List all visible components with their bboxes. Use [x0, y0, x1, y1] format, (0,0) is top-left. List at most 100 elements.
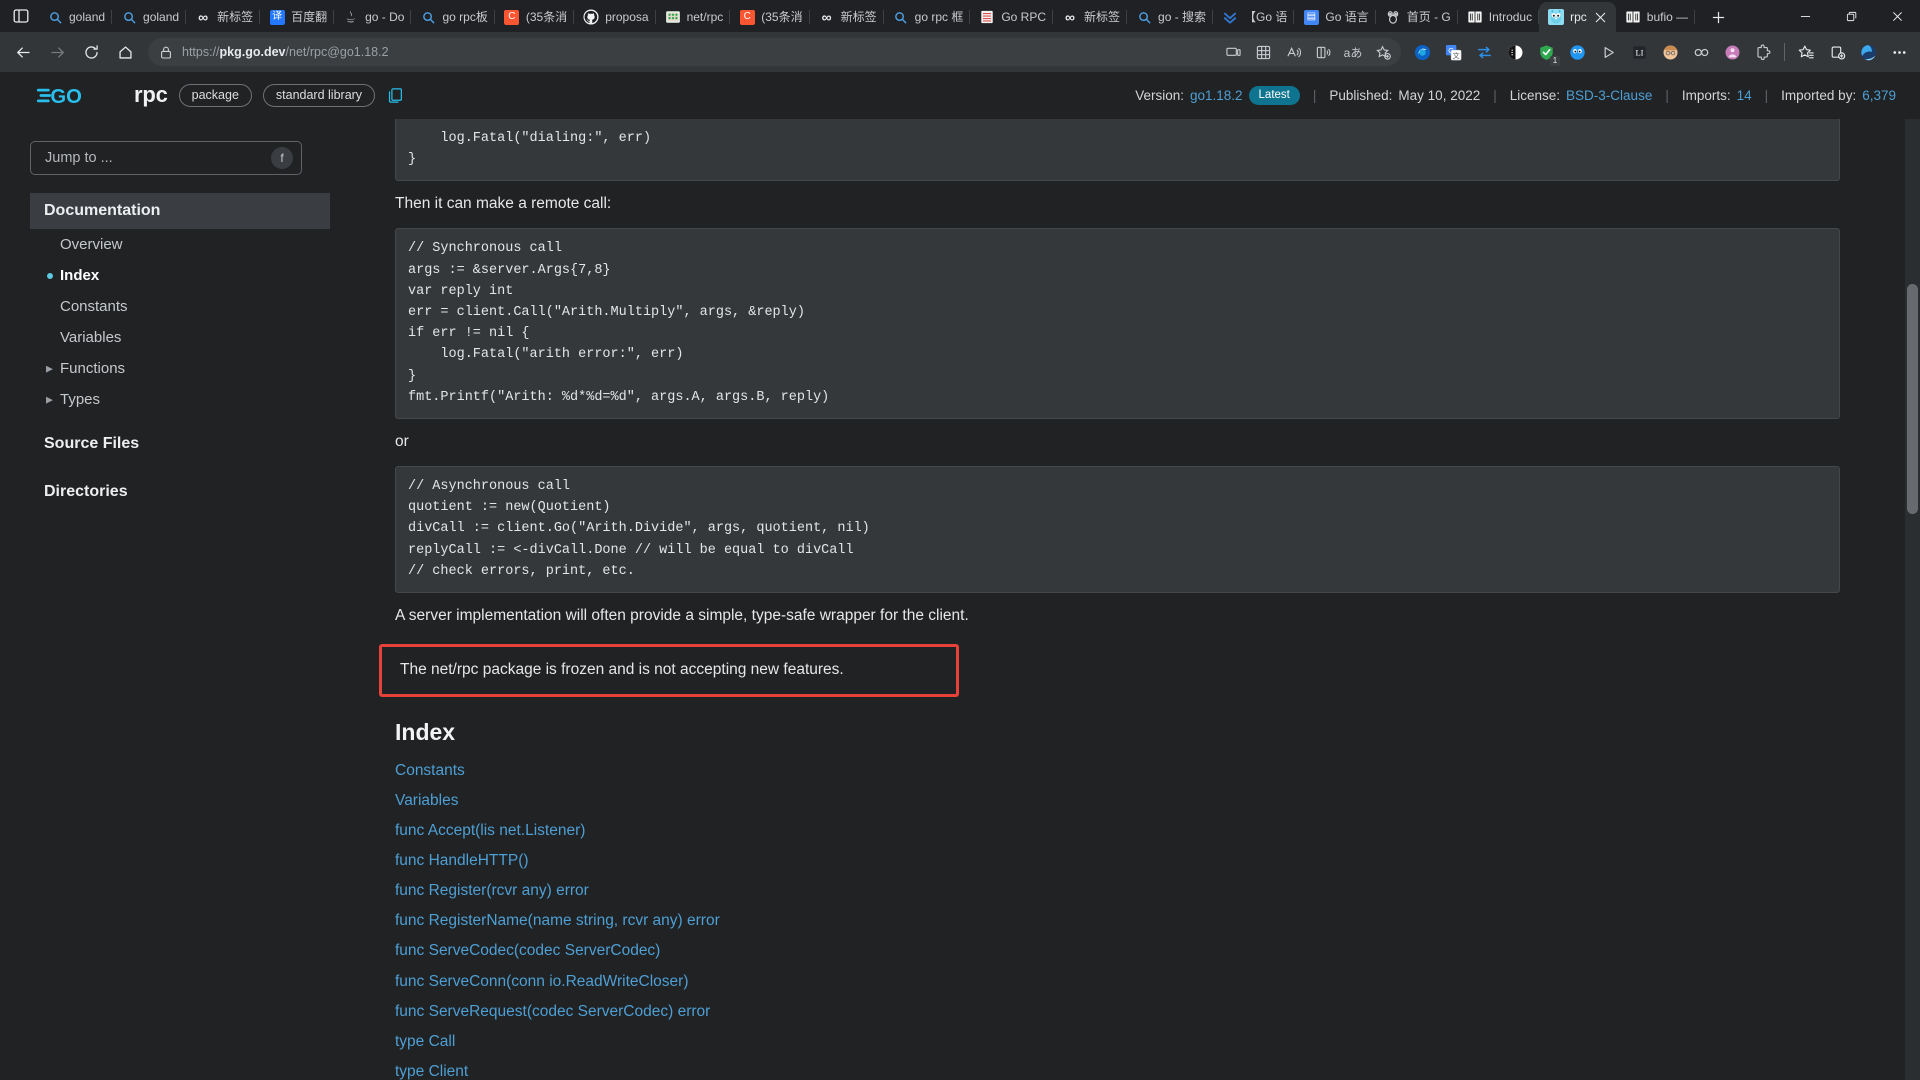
- profile-avatar-icon[interactable]: [1655, 37, 1685, 67]
- forward-button[interactable]: [40, 35, 74, 69]
- index-link[interactable]: func RegisterName(name string, rcvr any)…: [395, 907, 1920, 937]
- index-link[interactable]: type Client: [395, 1057, 1920, 1080]
- chevron-right-icon[interactable]: ▶: [46, 363, 53, 374]
- published-meta: Published: May 10, 2022: [1316, 88, 1493, 103]
- browser-tab[interactable]: ∞ 新标签: [810, 2, 884, 32]
- browser-tab[interactable]: goland: [112, 2, 187, 32]
- browser-tab[interactable]: go rpc 框: [884, 2, 971, 32]
- copy-path-icon[interactable]: [387, 87, 404, 104]
- dark-reader-extension-icon[interactable]: [1500, 37, 1530, 67]
- collections-icon[interactable]: [1822, 37, 1852, 67]
- browser-profile-icon[interactable]: [1853, 37, 1883, 67]
- browser-tab[interactable]: net/rpc: [656, 2, 731, 32]
- browser-tab[interactable]: 首页 - G: [1376, 2, 1458, 32]
- browser-tab[interactable]: ▤ Go 语言: [1294, 2, 1376, 32]
- imported-by-value[interactable]: 6,379: [1862, 88, 1896, 103]
- page-scrollbar-track[interactable]: [1905, 119, 1920, 1080]
- sidebar-item-types[interactable]: ▶ Types: [30, 384, 330, 415]
- version-value[interactable]: go1.18.2: [1190, 88, 1243, 103]
- catalyst-extension-icon[interactable]: [1562, 37, 1592, 67]
- sidebar-item-directories[interactable]: Directories: [30, 473, 330, 511]
- favorites-icon[interactable]: [1791, 37, 1821, 67]
- sidebar-item-constants[interactable]: Constants: [30, 291, 330, 322]
- browser-tab[interactable]: goland: [38, 2, 113, 32]
- reload-button[interactable]: [74, 35, 108, 69]
- browser-tab[interactable]: Go RPC: [970, 2, 1053, 32]
- browser-tab[interactable]: go rpc板: [411, 2, 495, 32]
- window-minimize-button[interactable]: [1782, 0, 1828, 32]
- page-scrollbar-thumb[interactable]: [1907, 284, 1918, 514]
- read-aloud-icon[interactable]: [1279, 40, 1307, 64]
- tab-title: 百度翻: [291, 10, 328, 24]
- sync-extension-icon[interactable]: [1469, 37, 1499, 67]
- browser-tab[interactable]: C (35条消: [730, 2, 810, 32]
- back-button[interactable]: [6, 35, 40, 69]
- window-restore-button[interactable]: [1828, 0, 1874, 32]
- tab-title: 首页 - G: [1406, 10, 1451, 24]
- imports-value[interactable]: 14: [1737, 88, 1752, 103]
- toolbar-divider: [1784, 43, 1785, 61]
- browser-tab[interactable]: proposa: [574, 2, 656, 32]
- go-logo-icon[interactable]: GO: [26, 82, 122, 109]
- tab-close-icon[interactable]: [1593, 9, 1609, 25]
- extensions-puzzle-icon[interactable]: [1748, 37, 1778, 67]
- imports-label: Imports:: [1681, 87, 1731, 103]
- sidebar-item-functions[interactable]: ▶ Functions: [30, 353, 330, 384]
- sidebar-item-overview[interactable]: Overview: [30, 229, 330, 260]
- tab-list-icon[interactable]: [4, 0, 38, 32]
- split-screen-icon[interactable]: [1249, 40, 1277, 64]
- new-tab-button[interactable]: [1703, 2, 1733, 32]
- index-link[interactable]: Constants: [395, 756, 1920, 786]
- chevron-right-icon[interactable]: ▶: [46, 394, 53, 405]
- pink-avatar-extension-icon[interactable]: [1717, 37, 1747, 67]
- search-icon: [893, 9, 909, 25]
- browser-tab[interactable]: Introduc: [1458, 2, 1540, 32]
- index-link[interactable]: func Register(rcvr any) error: [395, 876, 1920, 906]
- immersive-reader-icon[interactable]: [1309, 40, 1337, 64]
- home-button[interactable]: [108, 35, 142, 69]
- browser-tab[interactable]: go - Do: [334, 2, 412, 32]
- browser-tab[interactable]: 【Go 语: [1213, 2, 1295, 32]
- index-link[interactable]: func Accept(lis net.Listener): [395, 816, 1920, 846]
- add-favorite-icon[interactable]: [1369, 40, 1397, 64]
- infinity-icon: ∞: [821, 9, 832, 25]
- paragraph-or: or: [395, 433, 409, 451]
- browser-tab[interactable]: ∞ 新标签: [186, 2, 261, 32]
- settings-more-icon[interactable]: [1884, 37, 1914, 67]
- sidebar-item-documentation[interactable]: Documentation: [30, 193, 330, 229]
- index-link[interactable]: func HandleHTTP(): [395, 846, 1920, 876]
- browser-tab[interactable]: C (35条消: [495, 2, 575, 32]
- infinity-icon: ∞: [198, 9, 209, 25]
- address-bar[interactable]: https://pkg.go.dev/net/rpc@go1.18.2 aあ: [148, 38, 1401, 66]
- browser-tab[interactable]: bufio —: [1616, 2, 1696, 32]
- adblock-extension-icon[interactable]: 1: [1531, 37, 1561, 67]
- index-link[interactable]: func ServeCodec(codec ServerCodec): [395, 937, 1920, 967]
- index-link[interactable]: func ServeRequest(codec ServerCodec) err…: [395, 997, 1920, 1027]
- infinity-icon: ∞: [1065, 9, 1075, 25]
- gopher-icon: [1548, 9, 1565, 25]
- sidebar-item-source-files[interactable]: Source Files: [30, 425, 330, 463]
- infinity-extension-icon[interactable]: [1686, 37, 1716, 67]
- index-link[interactable]: type Call: [395, 1027, 1920, 1057]
- google-translate-extension-icon[interactable]: G文: [1438, 37, 1468, 67]
- browser-chrome: goland goland ∞ 新标签译百度翻 go - Do go rpc板 C (35…: [0, 0, 1920, 72]
- java-icon: [343, 9, 359, 25]
- browser-tab-active[interactable]: rpc: [1539, 2, 1616, 32]
- lastpass-extension-icon[interactable]: LI: [1624, 37, 1654, 67]
- license-value[interactable]: BSD-3-Clause: [1566, 88, 1652, 103]
- jump-to-input[interactable]: Jump to ... f: [30, 141, 302, 175]
- window-close-button[interactable]: [1874, 0, 1920, 32]
- url-path: /net/rpc@go1.18.2: [285, 45, 389, 59]
- current-item-dot-icon: [47, 272, 53, 279]
- edge-copilot-icon[interactable]: [1407, 37, 1437, 67]
- translate-icon[interactable]: aあ: [1339, 40, 1367, 64]
- media-play-icon[interactable]: [1593, 37, 1623, 67]
- browser-tab[interactable]: 译百度翻: [260, 2, 335, 32]
- sidebar-item-index[interactable]: Index: [30, 260, 330, 291]
- index-link[interactable]: Variables: [395, 786, 1920, 816]
- index-link[interactable]: func ServeConn(conn io.ReadWriteCloser): [395, 967, 1920, 997]
- sidebar-item-variables[interactable]: Variables: [30, 322, 330, 353]
- browser-tab[interactable]: ∞ 新标签: [1053, 2, 1128, 32]
- browser-tab[interactable]: go - 搜索: [1127, 2, 1214, 32]
- cast-to-device-icon[interactable]: [1219, 40, 1247, 64]
